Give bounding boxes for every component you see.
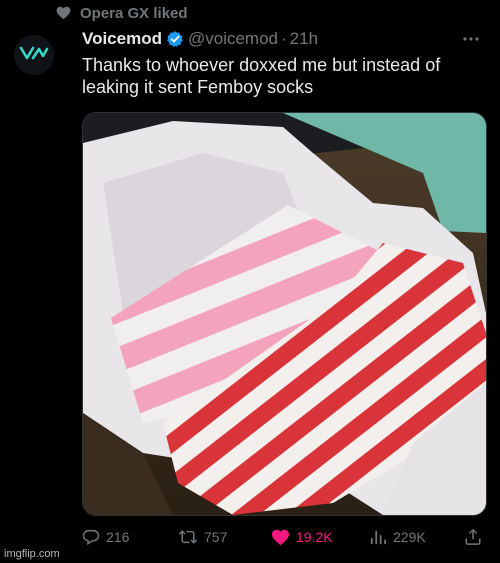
watermark: imgflip.com xyxy=(4,548,60,560)
author-name[interactable]: Voicemod xyxy=(82,29,162,49)
like-action[interactable]: 19.2K xyxy=(271,525,333,549)
share-action[interactable] xyxy=(464,525,482,549)
tweet-timestamp[interactable]: 21h xyxy=(290,29,318,49)
social-context-label: Opera GX liked xyxy=(80,4,188,22)
verified-badge-icon xyxy=(166,30,184,48)
heart-filled-icon xyxy=(271,529,290,546)
tweet-text: Thanks to whoever doxxed me but instead … xyxy=(82,55,441,97)
share-icon xyxy=(464,528,482,546)
like-count: 19.2K xyxy=(296,529,333,545)
avatar[interactable] xyxy=(14,35,54,75)
tweet-card: Opera GX liked Voicemod @voicemod · 21h xyxy=(0,0,500,563)
retweet-count: 757 xyxy=(204,529,228,545)
tweet-photo[interactable] xyxy=(82,112,487,516)
heart-icon xyxy=(56,6,71,20)
voicemod-logo-icon xyxy=(19,45,49,66)
views-chart-icon xyxy=(369,529,387,545)
action-bar: 216 757 19.2K 229K xyxy=(82,525,482,549)
social-context: Opera GX liked xyxy=(56,3,188,23)
retweet-action[interactable]: 757 xyxy=(178,525,227,549)
view-count: 229K xyxy=(393,529,426,545)
author-handle[interactable]: @voicemod xyxy=(188,29,278,49)
reply-action[interactable]: 216 xyxy=(82,525,129,549)
tweet-header: Voicemod @voicemod · 21h xyxy=(82,28,480,50)
more-icon[interactable] xyxy=(462,28,480,50)
retweet-icon xyxy=(178,528,198,546)
views-action[interactable]: 229K xyxy=(369,525,426,549)
reply-icon xyxy=(82,528,100,546)
reply-count: 216 xyxy=(106,529,130,545)
dot-separator: · xyxy=(281,29,287,48)
